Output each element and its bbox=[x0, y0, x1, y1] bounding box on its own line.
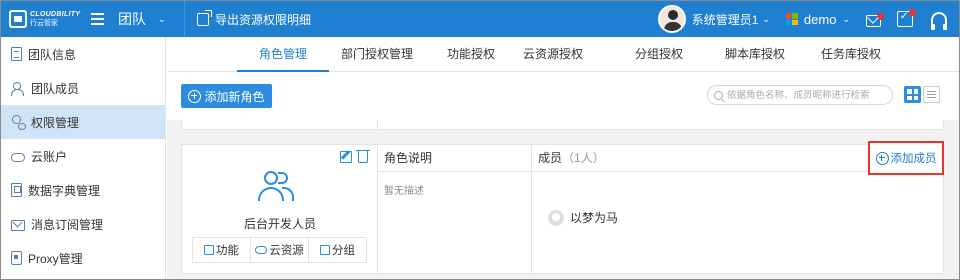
description-header: 角色说明 bbox=[378, 145, 531, 172]
proxy-icon bbox=[11, 251, 22, 265]
user-menu[interactable]: 系统管理员1 ⌄ bbox=[692, 11, 770, 28]
role-group-icon bbox=[258, 169, 298, 203]
sidebar: 团队信息 团队成员 权限管理 云账户 数据字典管理 消息订阅管理 Proxy管理 bbox=[1, 37, 166, 279]
key-icon bbox=[11, 115, 26, 130]
sidebar-item-permissions[interactable]: 权限管理 bbox=[1, 105, 165, 139]
cloud-icon bbox=[11, 153, 25, 162]
user-avatar[interactable] bbox=[657, 5, 686, 33]
edit-icon[interactable] bbox=[340, 151, 352, 163]
role-card: 后台开发人员 功能 云资源 分组 角色说明 暂无描述 成员（1人） 添加成员 以… bbox=[181, 141, 944, 274]
role-info: 后台开发人员 功能 云资源 分组 bbox=[182, 145, 378, 273]
tab-cloud-resource-authorization[interactable]: 云资源授权 bbox=[517, 37, 589, 72]
plus-circle-icon bbox=[188, 89, 202, 103]
add-role-label: 添加新角色 bbox=[204, 89, 265, 104]
sidebar-item-team-members[interactable]: 团队成员 bbox=[1, 71, 165, 105]
members-header: 成员 bbox=[538, 151, 563, 165]
role-name: 后台开发人员 bbox=[243, 217, 316, 231]
add-member-label: 添加成员 bbox=[890, 153, 937, 165]
export-icon bbox=[197, 9, 212, 26]
role-members: 成员（1人） 添加成员 以梦为马 bbox=[532, 141, 944, 273]
envelope-icon bbox=[11, 219, 25, 231]
tab-bar: 角色管理 部门授权管理 功能授权 云资源授权 分组授权 脚本库授权 任务库授权 bbox=[167, 37, 959, 72]
organization-icon bbox=[785, 13, 798, 25]
tab-function-authorization[interactable]: 功能授权 bbox=[441, 37, 501, 72]
search-icon bbox=[714, 90, 723, 100]
tab-role-management[interactable]: 角色管理 bbox=[237, 37, 329, 72]
people-icon bbox=[11, 81, 25, 96]
divider bbox=[184, 1, 185, 37]
book-icon bbox=[11, 183, 22, 197]
members-count: （1人） bbox=[562, 151, 605, 165]
role-cloud-resource-label: 云资源 bbox=[269, 245, 304, 257]
search-box bbox=[707, 85, 893, 105]
tab-group-authorization[interactable]: 分组授权 bbox=[629, 37, 689, 72]
sidebar-item-label: 权限管理 bbox=[31, 115, 80, 130]
search-input[interactable] bbox=[727, 89, 887, 101]
top-bar: CLOUDBILITY 行云管家 团队 ⌄ 导出资源权限明细 系统管理员1 ⌄ … bbox=[1, 1, 959, 37]
support-headset-icon[interactable] bbox=[931, 12, 947, 30]
team-switcher[interactable]: 团队 ⌄ bbox=[118, 9, 178, 29]
sidebar-item-label: Proxy管理 bbox=[28, 251, 83, 266]
sidebar-item-label: 团队成员 bbox=[31, 81, 80, 96]
sidebar-item-data-dictionary[interactable]: 数据字典管理 bbox=[1, 173, 165, 207]
document-icon bbox=[11, 47, 22, 61]
export-label: 导出资源权限明细 bbox=[215, 12, 312, 27]
sidebar-item-proxy[interactable]: Proxy管理 bbox=[1, 241, 165, 275]
description-text: 暂无描述 bbox=[384, 186, 424, 197]
sidebar-item-team-info[interactable]: 团队信息 bbox=[1, 37, 165, 71]
grid-view-icon[interactable] bbox=[904, 86, 921, 103]
role-list: 后台开发人员 功能 云资源 分组 角色说明 暂无描述 成员（1人） 添加成员 以… bbox=[167, 120, 959, 279]
member-name: 以梦为马 bbox=[570, 211, 619, 225]
logo-text-cn: 行云管家 bbox=[30, 20, 58, 27]
role-description: 角色说明 暂无描述 bbox=[378, 145, 532, 273]
add-member-button[interactable]: 添加成员 bbox=[868, 141, 944, 175]
logo-mark-icon bbox=[9, 10, 27, 28]
sidebar-item-message-subscription[interactable]: 消息订阅管理 bbox=[1, 207, 165, 241]
delete-icon[interactable] bbox=[356, 150, 370, 163]
tab-department-authorization[interactable]: 部门授权管理 bbox=[335, 37, 419, 72]
sidebar-item-label: 云账户 bbox=[31, 149, 68, 164]
role-cloud-resource-button[interactable]: 云资源 bbox=[251, 238, 309, 262]
tab-script-library-authorization[interactable]: 脚本库授权 bbox=[719, 37, 791, 72]
user-name: 系统管理员1 bbox=[691, 12, 759, 27]
export-resource-permissions-button[interactable]: 导出资源权限明细 bbox=[197, 9, 312, 28]
plus-circle-icon bbox=[875, 151, 889, 165]
main-content: 角色管理 部门授权管理 功能授权 云资源授权 分组授权 脚本库授权 任务库授权 … bbox=[167, 37, 959, 279]
role-group-label: 分组 bbox=[332, 245, 355, 257]
task-icon[interactable] bbox=[897, 9, 916, 27]
team-label: 团队 bbox=[118, 11, 146, 27]
folder-icon bbox=[320, 245, 330, 255]
tab-task-library-authorization[interactable]: 任务库授权 bbox=[815, 37, 887, 72]
sidebar-item-label: 数据字典管理 bbox=[28, 183, 101, 198]
organization-name: demo bbox=[803, 11, 837, 27]
function-icon bbox=[204, 245, 214, 255]
organization-switcher[interactable]: demo ⌄ bbox=[804, 12, 850, 27]
notification-dot bbox=[909, 9, 916, 16]
toolbar: 添加新角色 bbox=[167, 72, 959, 120]
list-item[interactable]: 以梦为马 bbox=[548, 209, 618, 226]
add-role-button[interactable]: 添加新角色 bbox=[181, 84, 272, 108]
role-function-button[interactable]: 功能 bbox=[193, 238, 251, 262]
chevron-down-icon: ⌄ bbox=[762, 13, 770, 24]
chevron-down-icon: ⌄ bbox=[842, 13, 850, 24]
logo-text-en: CLOUDBILITY bbox=[30, 11, 81, 18]
sidebar-item-cloud-accounts[interactable]: 云账户 bbox=[1, 139, 165, 173]
cloud-icon bbox=[255, 246, 268, 254]
sidebar-item-label: 团队信息 bbox=[28, 47, 77, 62]
sidebar-item-label: 消息订阅管理 bbox=[31, 217, 104, 232]
chevron-down-icon: ⌄ bbox=[158, 13, 166, 24]
role-group-button[interactable]: 分组 bbox=[309, 238, 366, 262]
notification-dot bbox=[877, 12, 884, 20]
role-actions: 功能 云资源 分组 bbox=[192, 237, 367, 263]
menu-icon[interactable] bbox=[91, 13, 104, 25]
avatar bbox=[548, 209, 564, 226]
message-icon[interactable] bbox=[866, 12, 884, 27]
role-function-label: 功能 bbox=[216, 245, 239, 257]
previous-role-card bbox=[181, 120, 944, 130]
logo[interactable]: CLOUDBILITY 行云管家 bbox=[9, 10, 81, 28]
list-view-icon[interactable] bbox=[923, 86, 940, 103]
